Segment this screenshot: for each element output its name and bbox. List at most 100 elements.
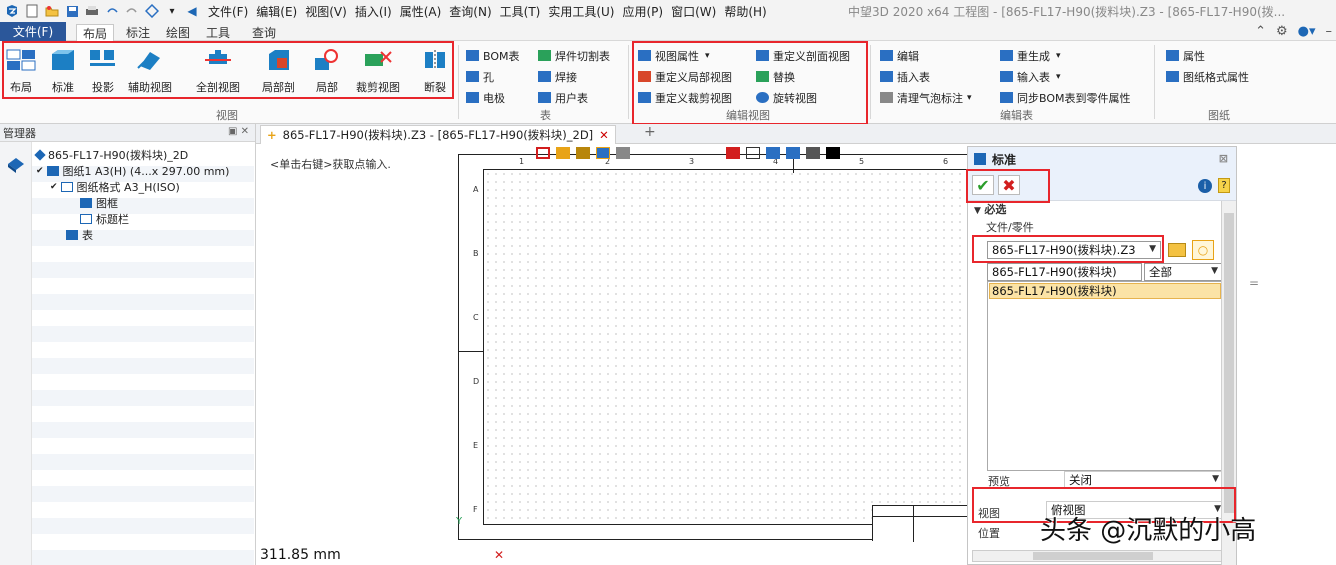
menu-utilities[interactable]: 实用工具(U) [548, 3, 614, 20]
edit-table-button[interactable]: 编辑 [880, 47, 919, 64]
redefine-detail-view-button[interactable]: 重定义局部视图 [638, 68, 732, 85]
open-folder-icon[interactable] [44, 3, 60, 19]
user-table-button[interactable]: 用户表 [538, 89, 588, 106]
tree-item-drawing[interactable]: 865-FL17-H90(拨料块)_2D [34, 148, 258, 162]
search-icon[interactable]: ○ [1192, 240, 1214, 260]
open-folder-icon[interactable] [1168, 243, 1186, 257]
menu-view[interactable]: 视图(V) [305, 3, 347, 20]
redefine-section-view-button[interactable]: 重定义剖面视图 [756, 47, 850, 64]
preview-dropdown[interactable]: 关闭 ▼ [1064, 471, 1224, 489]
bom-table-button[interactable]: BOM表 [466, 47, 520, 64]
snap-icon[interactable] [726, 147, 740, 159]
regen-icon[interactable] [144, 3, 160, 19]
settings-gear-icon[interactable]: ⚙ [1276, 24, 1288, 39]
scrollbar-thumb[interactable] [1224, 213, 1234, 513]
cancel-button[interactable]: ✖ [998, 175, 1020, 195]
info-icon[interactable]: i [1198, 179, 1212, 193]
standard-view-button[interactable]: 标准 [48, 47, 78, 97]
regenerate-button[interactable]: 重生成 ▾ [1000, 47, 1061, 64]
help-circle-icon[interactable]: ●▾ [1298, 24, 1316, 39]
tab-draw[interactable]: 绘图 [160, 24, 196, 41]
menu-help[interactable]: 帮助(H) [724, 3, 766, 20]
local-section-button[interactable]: 局部剖 [262, 47, 295, 97]
tab-file[interactable]: 文件(F) [0, 22, 66, 41]
menu-query[interactable]: 查询(N) [449, 3, 491, 20]
menu-insert[interactable]: 插入(I) [355, 3, 392, 20]
drawing-tree-icon[interactable] [6, 156, 26, 177]
save-icon[interactable] [64, 3, 80, 19]
import-table-button[interactable]: 输入表 ▾ [1000, 68, 1061, 85]
part-list[interactable]: 865-FL17-H90(拨料块) [987, 281, 1223, 471]
crop-view-button[interactable]: 裁剪视图 [356, 47, 400, 97]
required-section[interactable]: ▼ 必选 [974, 201, 1224, 217]
filter-icon[interactable] [616, 147, 630, 159]
tab-layout[interactable]: 布局 [76, 24, 115, 41]
tab-annotate[interactable]: 标注 [120, 24, 156, 41]
arrow-left-icon[interactable]: ◀ [184, 3, 200, 19]
tab-tools[interactable]: 工具 [200, 24, 236, 41]
brush-icon[interactable] [576, 147, 590, 159]
menu-edit[interactable]: 编辑(E) [256, 3, 297, 20]
panel-pin-icon[interactable]: ▣ ✕ [228, 126, 249, 137]
tree-item-sheet[interactable]: ✔ 图纸1 A3(H) (4...x 297.00 mm) [36, 164, 258, 178]
redefine-crop-view-button[interactable]: 重定义裁剪视图 [638, 89, 732, 106]
zoom-icon[interactable] [766, 147, 780, 159]
tree-item-sheet-format[interactable]: ✔ 图纸格式 A3_H(ISO) [50, 180, 272, 194]
new-file-icon[interactable] [24, 3, 40, 19]
drawing-sheet[interactable]: 1 2 3 4 5 6 A B C D E F [458, 154, 993, 542]
clean-balloon-button[interactable]: 清理气泡标注 ▾ [880, 89, 972, 106]
sheet-properties-button[interactable]: 属性 [1166, 47, 1205, 64]
minimize-icon[interactable]: – [1326, 24, 1333, 39]
property-hscrollbar[interactable] [972, 550, 1222, 562]
print-icon[interactable] [84, 3, 100, 19]
sync-bom-button[interactable]: 同步BOM表到零件属性 [1000, 89, 1131, 106]
collapse-icon[interactable]: ⊠ [1219, 152, 1228, 165]
app-logo-icon[interactable] [4, 3, 20, 19]
electrode-table-button[interactable]: 电极 [466, 89, 505, 106]
color-black-icon[interactable] [826, 147, 840, 159]
insert-table-button[interactable]: 插入表 [880, 68, 930, 85]
break-view-button[interactable]: 断裂 [420, 47, 450, 97]
full-section-view-button[interactable]: 全剖视图 [196, 47, 240, 97]
tree-item-table[interactable]: 表 [66, 228, 288, 242]
splitter-handle-icon[interactable]: = [1249, 276, 1259, 290]
scrollbar-thumb[interactable] [1033, 552, 1153, 560]
list-item[interactable]: 865-FL17-H90(拨料块) [989, 283, 1221, 299]
layer-icon[interactable] [786, 147, 800, 159]
exit-icon[interactable] [536, 147, 550, 159]
redo-icon[interactable] [124, 3, 140, 19]
file-dropdown[interactable]: 865-FL17-H90(拨料块).Z3 ▼ [987, 241, 1161, 259]
menu-tools[interactable]: 工具(T) [500, 3, 541, 20]
weld-table-button[interactable]: 焊接 [538, 68, 577, 85]
projection-view-button[interactable]: 投影 [88, 47, 118, 97]
close-icon[interactable]: ✕ [599, 128, 609, 142]
menu-window[interactable]: 窗口(W) [671, 3, 716, 20]
menu-apps[interactable]: 应用(P) [623, 3, 664, 20]
display-icon[interactable] [806, 147, 820, 159]
replace-button[interactable]: 替换 [756, 68, 795, 85]
view-properties-button[interactable]: 视图属性 ▾ [638, 47, 710, 64]
view-select-icon[interactable] [596, 147, 610, 159]
part-field[interactable]: 865-FL17-H90(拨料块) [987, 263, 1142, 281]
auxiliary-view-button[interactable]: 辅助视图 [128, 47, 172, 97]
weld-cut-table-button[interactable]: 焊件切割表 [538, 47, 610, 64]
tab-query[interactable]: 查询 [246, 24, 282, 41]
sheet-format-properties-button[interactable]: 图纸格式属性 [1166, 68, 1249, 85]
undo-icon[interactable] [104, 3, 120, 19]
menu-file[interactable]: 文件(F) [208, 3, 248, 20]
layout-button[interactable]: 布局 [6, 47, 36, 97]
drawing-canvas[interactable]: <单击右键>获取点输入. 1 2 3 4 5 6 A B C D E F 311… [256, 144, 993, 565]
pencil-icon[interactable] [556, 147, 570, 159]
grid-icon[interactable] [746, 147, 760, 159]
add-tab-icon[interactable]: + [644, 124, 656, 140]
detail-view-button[interactable]: 局部 [312, 47, 342, 97]
help-book-icon[interactable]: ? [1218, 178, 1230, 193]
collapse-ribbon-icon[interactable]: ⌃ [1255, 24, 1266, 39]
quick-access-dropdown-icon[interactable]: ▾ [164, 3, 180, 19]
ok-button[interactable]: ✔ [972, 175, 994, 195]
document-tab[interactable]: + 865-FL17-H90(拨料块).Z3 - [865-FL17-H90(拨… [260, 125, 616, 144]
filter-dropdown[interactable]: 全部 ▼ [1144, 263, 1223, 281]
rotate-view-button[interactable]: 旋转视图 [756, 89, 817, 106]
menu-attribute[interactable]: 属性(A) [400, 3, 442, 20]
hole-table-button[interactable]: 孔 [466, 68, 494, 85]
